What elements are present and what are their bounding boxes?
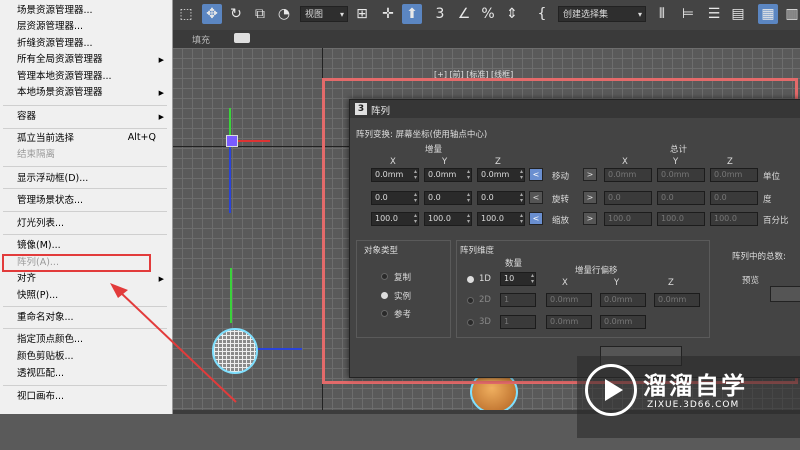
annotation-arrow-line bbox=[119, 291, 237, 403]
watermark-play-logo-icon bbox=[585, 364, 637, 416]
watermark-url: ZIXUE.3D66.COM bbox=[647, 400, 740, 410]
watermark: 溜溜自学 ZIXUE.3D66.COM bbox=[577, 356, 800, 438]
watermark-brand: 溜溜自学 bbox=[643, 372, 747, 400]
